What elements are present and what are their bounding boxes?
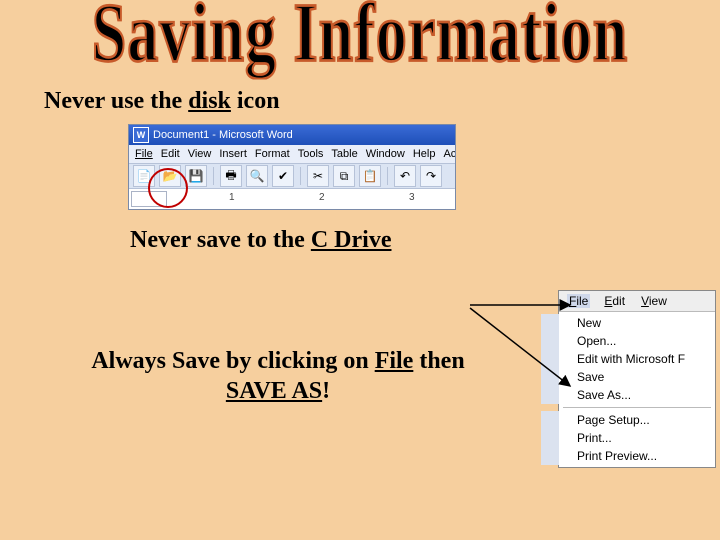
ruler-tick: 1: [229, 192, 235, 203]
preview-icon[interactable]: 🔍: [246, 165, 268, 187]
menu-edit[interactable]: Edit: [161, 148, 180, 160]
text: Never save to the: [130, 227, 311, 253]
print-icon[interactable]: 🖶: [220, 165, 242, 187]
window-titlebar: W Document1 - Microsoft Word: [129, 125, 455, 145]
menu-item-edit-ms[interactable]: Edit with Microsoft F: [541, 350, 715, 368]
menu-help[interactable]: Help: [413, 148, 436, 160]
menu-bar: File Edit View: [559, 291, 715, 312]
text-underline: File: [375, 348, 414, 374]
menu-edit[interactable]: Edit: [602, 294, 627, 308]
menu-window[interactable]: Window: [366, 148, 405, 160]
menu-item-save[interactable]: Save: [541, 368, 715, 386]
word-icon: W: [133, 127, 149, 143]
text: then: [413, 348, 464, 374]
text: Never use the: [44, 88, 188, 114]
file-menu-screenshot: File Edit View New Open... Edit with Mic…: [558, 290, 716, 468]
separator: [387, 167, 388, 185]
redo-icon[interactable]: ↷: [420, 165, 442, 187]
menu-insert[interactable]: Insert: [219, 148, 247, 160]
menu-file-rest: ile: [576, 294, 588, 308]
separator: [213, 167, 214, 185]
instruction-1: Never use the disk icon: [44, 88, 280, 115]
spellcheck-icon[interactable]: ✔: [272, 165, 294, 187]
standard-toolbar: 📄 📂 💾 🖶 🔍 ✔ ✂ ⧉ 📋 ↶ ↷: [129, 163, 455, 188]
ruler: 1 2 3: [129, 188, 455, 207]
text-underline: SAVE AS: [226, 378, 322, 404]
menu-separator: [563, 407, 711, 408]
window-title: Document1 - Microsoft Word: [153, 129, 293, 141]
text-underline: disk: [188, 88, 231, 114]
file-dropdown: New Open... Edit with Microsoft F Save S…: [559, 312, 715, 467]
slide-title: Saving Information: [0, 0, 720, 82]
new-doc-icon[interactable]: 📄: [133, 165, 155, 187]
cut-icon[interactable]: ✂: [307, 165, 329, 187]
menu-acrobat[interactable]: Acrobat: [443, 148, 455, 160]
separator: [300, 167, 301, 185]
menu-item-new[interactable]: New: [541, 314, 715, 332]
text: icon: [231, 88, 280, 114]
ruler-tick: 3: [409, 192, 415, 203]
word-toolbar-screenshot: W Document1 - Microsoft Word File Edit V…: [128, 124, 456, 210]
menu-item-open[interactable]: Open...: [541, 332, 715, 350]
menu-file[interactable]: File: [135, 148, 153, 160]
instruction-3: Always Save by clicking on File then SAV…: [78, 346, 478, 406]
save-disk-icon[interactable]: 💾: [185, 165, 207, 187]
ruler-tick: 2: [319, 192, 325, 203]
menu-view[interactable]: View: [639, 294, 669, 308]
copy-icon[interactable]: ⧉: [333, 165, 355, 187]
menu-item-print[interactable]: Print...: [541, 429, 715, 447]
undo-icon[interactable]: ↶: [394, 165, 416, 187]
menu-item-print-preview[interactable]: Print Preview...: [541, 447, 715, 465]
paste-icon[interactable]: 📋: [359, 165, 381, 187]
menu-view[interactable]: View: [188, 148, 212, 160]
menu-item-save-as[interactable]: Save As...: [541, 386, 715, 404]
menu-table[interactable]: Table: [331, 148, 357, 160]
text-underline: C Drive: [311, 227, 392, 253]
menu-file[interactable]: File: [567, 294, 590, 308]
menu-item-page-setup[interactable]: Page Setup...: [541, 411, 715, 429]
text: Always Save by clicking on: [91, 348, 374, 374]
menu-format[interactable]: Format: [255, 148, 290, 160]
instruction-2: Never save to the C Drive: [130, 227, 391, 254]
text: !: [322, 378, 330, 404]
open-icon[interactable]: 📂: [159, 165, 181, 187]
menu-bar: File Edit View Insert Format Tools Table…: [129, 145, 455, 163]
menu-tools[interactable]: Tools: [298, 148, 324, 160]
